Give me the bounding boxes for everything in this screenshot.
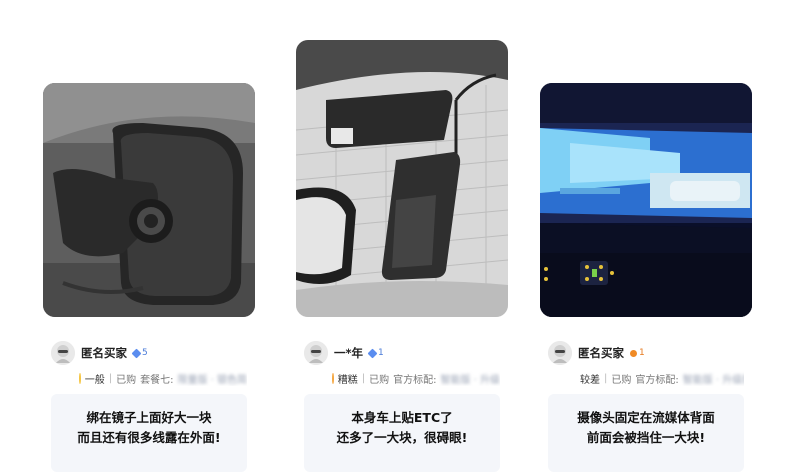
username[interactable]: 匿名买家	[578, 345, 624, 361]
windshield-photo	[296, 40, 508, 317]
purchased-label: 已购	[369, 375, 390, 386]
review-comment: 本身车上贴ETC了 还多了一大块，很碍眼!	[304, 394, 500, 472]
sku-label: 套餐七:	[140, 375, 174, 386]
review-comment: 绑在镜子上面好大一块 而且还有很多线露在外面!	[51, 394, 247, 472]
review-card-3[interactable]: 匿名买家 1 较差 | 已购 官方标配: 智能版 · 升级版 摄像头固定在流媒体…	[540, 83, 752, 472]
level-badge: 5	[131, 348, 148, 358]
comment-line-1: 本身车上贴ETC了	[351, 410, 453, 425]
comment-line-2: 而且还有很多线露在外面!	[77, 430, 221, 445]
review-photo[interactable]	[540, 83, 752, 317]
sku-blurred: 智能版 · 升级	[440, 375, 500, 386]
sku-label: 官方标配:	[635, 375, 679, 386]
rating-emoji-icon	[79, 373, 81, 384]
sku-blurred: 智能版 · 升级版	[682, 375, 744, 386]
avatar	[304, 341, 328, 365]
level-badge: 1	[367, 348, 384, 358]
purchased-label: 已购	[116, 375, 137, 386]
sku-label: 官方标配:	[393, 375, 437, 386]
purchased-label: 已购	[611, 375, 632, 386]
streaming-mirror-photo	[540, 83, 752, 317]
rearview-mirror-photo	[43, 83, 255, 317]
diamond-icon	[131, 348, 142, 358]
comment-line-2: 前面会被挡住一大块!	[586, 430, 706, 445]
review-card-1[interactable]: 匿名买家 5 一般 | 已购 套餐七: 限量版 · 银色简 绑在镜子上面好大一块…	[43, 83, 255, 472]
rating-label: 一般	[84, 375, 105, 386]
review-photo[interactable]	[296, 40, 508, 317]
level-badge: 1	[630, 348, 645, 358]
username[interactable]: 匿名买家	[81, 345, 127, 361]
comment-line-1: 绑在镜子上面好大一块	[86, 410, 212, 425]
username[interactable]: 一*年	[334, 345, 363, 361]
comment-line-2: 还多了一大块，很碍眼!	[336, 430, 468, 445]
review-card-2[interactable]: 一*年 1 糟糕 | 已购 官方标配: 智能版 · 升级 本身车上贴ETC了 还…	[296, 40, 508, 472]
diamond-icon	[367, 348, 378, 358]
rating-emoji-icon	[332, 373, 334, 384]
crown-icon	[630, 349, 637, 357]
comment-line-1: 摄像头固定在流媒体背面	[577, 410, 715, 425]
rating-label: 糟糕	[337, 375, 358, 386]
avatar	[51, 341, 75, 365]
review-comment: 摄像头固定在流媒体背面 前面会被挡住一大块!	[548, 394, 744, 472]
sku-blurred: 限量版 · 银色简	[177, 375, 247, 386]
review-photo[interactable]	[43, 83, 255, 317]
rating-label: 较差	[580, 375, 600, 386]
avatar	[548, 341, 572, 365]
